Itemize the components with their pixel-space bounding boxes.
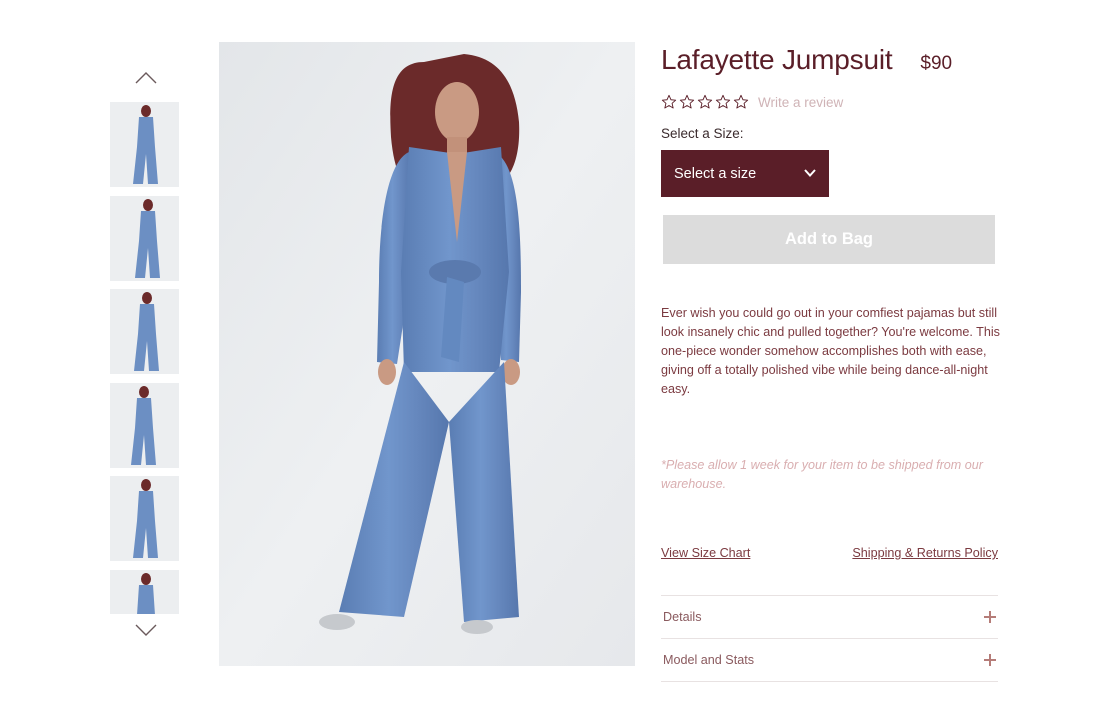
accordion-model-stats[interactable]: Model and Stats (661, 639, 998, 682)
product-accordion: Details Model and Stats (661, 595, 998, 682)
star-icon[interactable] (715, 94, 731, 110)
size-select-value: Select a size (674, 165, 757, 182)
star-icon[interactable] (697, 94, 713, 110)
plus-icon (984, 654, 996, 666)
star-icon[interactable] (661, 94, 677, 110)
product-price: $90 (920, 53, 953, 74)
shipping-returns-link[interactable]: Shipping & Returns Policy (852, 546, 998, 560)
product-thumbnail-image (110, 569, 179, 614)
size-chart-link[interactable]: View Size Chart (661, 546, 750, 560)
thumbnail-3[interactable] (110, 289, 179, 374)
thumbnail-list (110, 102, 179, 614)
gallery-next-button[interactable] (134, 622, 158, 638)
product-thumbnail-image (110, 476, 179, 561)
product-description: Ever wish you could go out in your comfi… (661, 306, 1000, 396)
accordion-details[interactable]: Details (661, 596, 998, 639)
thumbnail-2[interactable] (110, 195, 179, 281)
size-select[interactable]: Select a size (661, 150, 829, 197)
thumbnail-1[interactable] (110, 102, 179, 187)
thumbnail-4[interactable] (110, 382, 179, 468)
gallery-prev-button[interactable] (134, 70, 158, 86)
product-thumbnail-image (110, 102, 179, 187)
write-review-link[interactable]: Write a review (758, 95, 843, 110)
chevron-up-icon (135, 72, 157, 84)
star-rating[interactable] (661, 94, 749, 110)
policy-links: View Size Chart Shipping & Returns Polic… (661, 546, 998, 560)
chevron-down-icon (804, 169, 816, 177)
thumbnail-5[interactable] (110, 476, 179, 561)
plus-icon (984, 611, 996, 623)
rating-row: Write a review (661, 92, 843, 112)
shipping-note: *Please allow 1 week for your item to be… (661, 458, 984, 491)
main-product-image[interactable] (219, 42, 635, 666)
thumbnail-6[interactable] (110, 569, 179, 614)
add-to-bag-button[interactable]: Add to Bag (663, 215, 995, 264)
title-row: Lafayette Jumpsuit $90 (661, 44, 1001, 78)
product-thumbnail-image (110, 382, 179, 468)
star-icon[interactable] (679, 94, 695, 110)
product-title: Lafayette Jumpsuit (661, 44, 893, 75)
product-thumbnail-image (110, 289, 179, 374)
product-thumbnail-image (110, 195, 179, 281)
accordion-label: Model and Stats (663, 653, 755, 667)
accordion-label: Details (663, 610, 702, 624)
star-icon[interactable] (733, 94, 749, 110)
chevron-down-icon (135, 624, 157, 636)
size-label: Select a Size: (661, 126, 744, 141)
